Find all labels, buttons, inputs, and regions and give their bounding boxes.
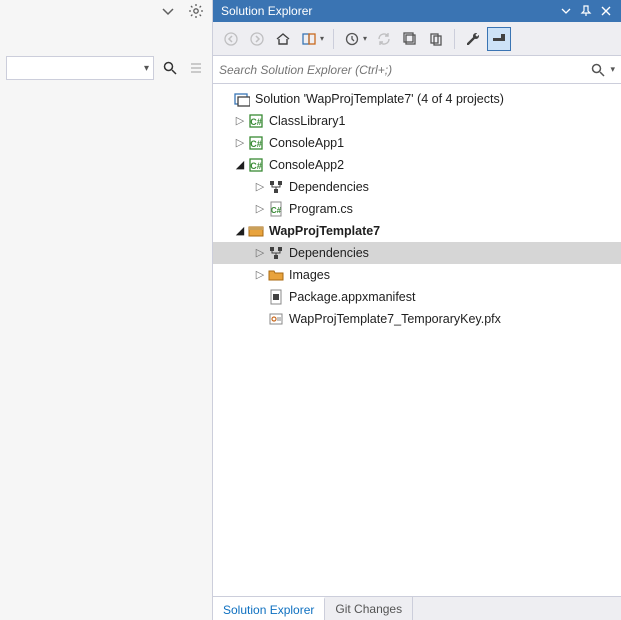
- window-dropdown-icon[interactable]: [557, 2, 575, 20]
- list-icon[interactable]: [186, 58, 206, 78]
- search-input[interactable]: [219, 63, 588, 77]
- search-bar: ▾: [213, 56, 621, 84]
- node-label: ClassLibrary1: [269, 114, 345, 128]
- solution-tree: Solution 'WapProjTemplate7' (4 of 4 proj…: [213, 84, 621, 596]
- node-label: Solution 'WapProjTemplate7' (4 of 4 proj…: [255, 92, 504, 106]
- tab-solution-explorer[interactable]: Solution Explorer: [213, 597, 325, 620]
- left-panel: ▾: [0, 0, 213, 620]
- csharp-project-icon: C#: [247, 134, 265, 152]
- solution-toolbar: ▾ ▾: [213, 22, 621, 56]
- expander-collapsed-icon[interactable]: ▷: [253, 204, 267, 215]
- panel-title: Solution Explorer: [221, 4, 555, 18]
- collapse-all-icon[interactable]: [398, 27, 422, 51]
- node-label: ConsoleApp1: [269, 136, 344, 150]
- node-label: Dependencies: [289, 246, 369, 260]
- dependencies-icon: [267, 178, 285, 196]
- toolbar-separator: [333, 29, 334, 49]
- solution-explorer-panel: Solution Explorer ▾ ▾ ▾: [213, 0, 621, 620]
- folder-icon: [267, 266, 285, 284]
- tree-node-console2-dependencies[interactable]: ▷ Dependencies: [213, 176, 621, 198]
- expander-collapsed-icon[interactable]: ▷: [233, 138, 247, 149]
- csharp-project-icon: C#: [247, 112, 265, 130]
- expander-collapsed-icon[interactable]: ▷: [253, 248, 267, 259]
- node-label: Program.cs: [289, 202, 353, 216]
- show-all-files-icon[interactable]: [424, 27, 448, 51]
- back-icon[interactable]: [219, 27, 243, 51]
- left-top-toolbar: [0, 0, 212, 22]
- tree-node-pfx-key[interactable]: WapProjTemplate7_TemporaryKey.pfx: [213, 308, 621, 330]
- expander-expanded-icon[interactable]: ◢: [233, 160, 247, 171]
- dependencies-icon: [267, 244, 285, 262]
- switch-views-icon[interactable]: [297, 27, 321, 51]
- tree-node-console2[interactable]: ◢ C# ConsoleApp2: [213, 154, 621, 176]
- expander-collapsed-icon[interactable]: ▷: [233, 116, 247, 127]
- svg-text:C#: C#: [250, 117, 262, 127]
- chevron-down-icon[interactable]: ▾: [610, 64, 615, 75]
- gear-icon[interactable]: [186, 1, 206, 21]
- package-project-icon: [247, 222, 265, 240]
- solution-icon: [233, 90, 251, 108]
- tree-node-classlib[interactable]: ▷ C# ClassLibrary1: [213, 110, 621, 132]
- expander-collapsed-icon[interactable]: ▷: [253, 270, 267, 281]
- sync-icon[interactable]: [372, 27, 396, 51]
- left-search-row: ▾: [0, 52, 212, 84]
- left-combo[interactable]: ▾: [6, 56, 154, 80]
- csharp-project-icon: C#: [247, 156, 265, 174]
- preview-selected-items-icon[interactable]: [487, 27, 511, 51]
- forward-icon[interactable]: [245, 27, 269, 51]
- node-label: WapProjTemplate7: [269, 224, 380, 238]
- search-icon[interactable]: [588, 62, 608, 78]
- tree-node-wapproj[interactable]: ◢ WapProjTemplate7: [213, 220, 621, 242]
- chevron-down-icon: ▾: [144, 63, 149, 74]
- tree-node-wap-dependencies[interactable]: ▷ Dependencies: [213, 242, 621, 264]
- expander-expanded-icon[interactable]: ◢: [233, 226, 247, 237]
- chevron-down-icon[interactable]: ▾: [320, 34, 324, 43]
- svg-text:C#: C#: [250, 161, 262, 171]
- node-label: Images: [289, 268, 330, 282]
- tree-node-program-cs[interactable]: ▷ C# Program.cs: [213, 198, 621, 220]
- node-label: WapProjTemplate7_TemporaryKey.pfx: [289, 312, 501, 326]
- chevron-down-icon[interactable]: ▾: [363, 34, 367, 43]
- pending-changes-filter-icon[interactable]: [340, 27, 364, 51]
- tree-node-solution[interactable]: Solution 'WapProjTemplate7' (4 of 4 proj…: [213, 88, 621, 110]
- close-icon[interactable]: [597, 2, 615, 20]
- properties-icon[interactable]: [461, 27, 485, 51]
- node-label: ConsoleApp2: [269, 158, 344, 172]
- pin-icon[interactable]: [577, 2, 595, 20]
- node-label: Package.appxmanifest: [289, 290, 415, 304]
- panel-title-bar: Solution Explorer: [213, 0, 621, 22]
- toolbar-separator: [454, 29, 455, 49]
- bottom-tab-bar: Solution Explorer Git Changes: [213, 596, 621, 620]
- node-label: Dependencies: [289, 180, 369, 194]
- svg-text:C#: C#: [250, 139, 262, 149]
- tree-node-images-folder[interactable]: ▷ Images: [213, 264, 621, 286]
- dropdown-chevron-icon[interactable]: [158, 1, 178, 21]
- csharp-file-icon: C#: [267, 200, 285, 218]
- tree-node-appxmanifest[interactable]: Package.appxmanifest: [213, 286, 621, 308]
- certificate-file-icon: [267, 310, 285, 328]
- expander-collapsed-icon[interactable]: ▷: [253, 182, 267, 193]
- svg-text:C#: C#: [271, 206, 282, 215]
- tab-git-changes[interactable]: Git Changes: [325, 597, 413, 620]
- home-icon[interactable]: [271, 27, 295, 51]
- tree-node-console1[interactable]: ▷ C# ConsoleApp1: [213, 132, 621, 154]
- manifest-file-icon: [267, 288, 285, 306]
- search-icon[interactable]: [160, 58, 180, 78]
